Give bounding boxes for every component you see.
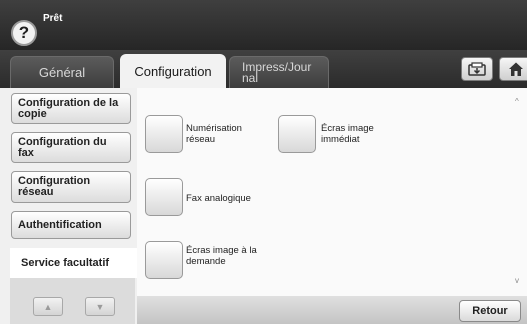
status-text: Prêt bbox=[43, 13, 63, 24]
home-icon bbox=[509, 62, 523, 76]
device-screen: ? Prêt Général Configuration Impress/Jou… bbox=[0, 0, 527, 324]
sidebar-scroll-down-button[interactable]: ▼ bbox=[85, 297, 115, 316]
sidebar-scroll-up-button[interactable]: ▲ bbox=[33, 297, 63, 316]
back-button[interactable]: Retour bbox=[459, 300, 521, 322]
tab-bar: Général Configuration Impress/Jour nal bbox=[0, 50, 527, 88]
home-button[interactable] bbox=[499, 57, 527, 81]
status-header: ? Prêt bbox=[0, 0, 527, 50]
tab-impress-line2: nal bbox=[242, 70, 259, 85]
triangle-up-icon: ▲ bbox=[43, 301, 53, 312]
sidebar-item-copy-config[interactable]: Configuration de la copie bbox=[11, 93, 131, 124]
help-button[interactable]: ? bbox=[11, 20, 37, 46]
tab-impress-journal[interactable]: Impress/Jour nal bbox=[229, 56, 329, 88]
sidebar-item-network-config[interactable]: Configuration réseau bbox=[11, 171, 131, 203]
option-on-demand-image-overwrite-label: Écras image à la demande bbox=[186, 245, 257, 267]
question-icon: ? bbox=[18, 23, 30, 42]
triangle-down-icon: ▼ bbox=[95, 301, 105, 312]
option-network-scan-button[interactable] bbox=[145, 115, 183, 153]
option-immediate-image-overwrite-label: Écras image immédiat bbox=[321, 123, 374, 145]
option-immediate-image-overwrite-button[interactable] bbox=[278, 115, 316, 153]
scroll-down-icon: v bbox=[515, 276, 519, 285]
option-analog-fax-button[interactable] bbox=[145, 178, 183, 216]
copy-job-button[interactable] bbox=[461, 57, 493, 81]
option-analog-fax-label: Fax analogique bbox=[186, 193, 251, 204]
tab-general[interactable]: Général bbox=[10, 56, 114, 88]
option-on-demand-image-overwrite-button[interactable] bbox=[145, 241, 183, 279]
sidebar-item-fax-config[interactable]: Configuration du fax bbox=[11, 132, 131, 163]
copy-job-icon bbox=[468, 62, 486, 76]
scroll-up-icon: ^ bbox=[515, 97, 519, 106]
content-scrollbar[interactable]: ^ v bbox=[511, 93, 527, 293]
option-network-scan-label: Numérisation réseau bbox=[186, 123, 242, 145]
sidebar-scroll-area bbox=[10, 278, 135, 324]
sidebar-item-optional-service[interactable]: Service facultatif bbox=[10, 248, 137, 278]
sidebar-item-authentication[interactable]: Authentification bbox=[11, 211, 131, 239]
tab-configuration[interactable]: Configuration bbox=[120, 54, 226, 88]
